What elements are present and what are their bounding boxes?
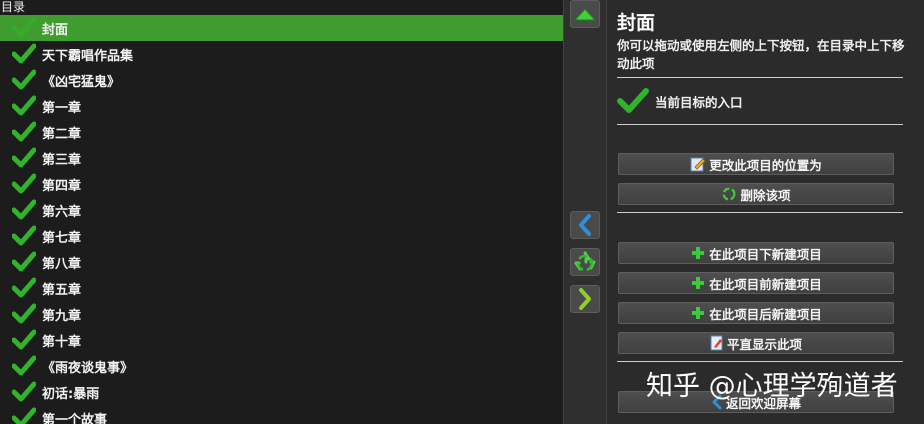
entry-label: 当前目标的入口 (655, 94, 743, 110)
check-icon (12, 303, 36, 324)
toc-item[interactable]: 第八章 (0, 249, 563, 275)
toc-header: 目录 (0, 0, 563, 15)
check-icon (12, 251, 36, 272)
plus-icon (692, 247, 705, 259)
divider (617, 77, 903, 78)
toc-item[interactable]: 第十章 (0, 327, 563, 353)
item-detail-panel: 封面 你可以拖动或使用左侧的上下按钮，在目录中上下移动此项 当前目标的入口 更改… (607, 0, 924, 424)
toc-item[interactable]: 第一章 (0, 93, 563, 119)
edit-icon (710, 335, 723, 351)
toc-list: 封面天下霸唱作品集 《凶宅猛鬼》 第一章第二章第三章第四章第六章第七章第八章第五章第… (0, 15, 563, 424)
toc-item-label: 第三章 (42, 152, 82, 168)
move-left-button[interactable] (570, 211, 600, 239)
toc-item-label: 初话:暴雨 (42, 386, 100, 402)
toc-item-label: 第七章 (42, 230, 82, 246)
check-icon (12, 95, 36, 116)
divider (617, 212, 903, 213)
toc-item[interactable]: 初话:暴雨 (0, 379, 563, 405)
toc-item[interactable]: 第五章 (0, 275, 563, 301)
delete-toolbar-button[interactable] (570, 248, 600, 276)
check-icon (12, 69, 36, 90)
check-icon (12, 173, 36, 194)
recycle-icon (574, 251, 596, 272)
check-icon (12, 407, 36, 424)
new-item-after-label: 在此项目后新建项目 (709, 306, 822, 322)
delete-item-button[interactable]: 删除该项 (618, 183, 894, 205)
watermark: 知乎 @心理学殉道者 (646, 371, 898, 402)
panel-title: 封面 (617, 12, 656, 34)
check-icon (12, 147, 36, 168)
toc-item-label: 第九章 (42, 308, 82, 324)
move-up-button[interactable] (570, 0, 600, 28)
delete-item-label: 删除该项 (740, 187, 791, 203)
new-item-below-button[interactable]: 在此项目下新建项目 (618, 242, 894, 264)
check-icon (12, 225, 36, 246)
divider (617, 361, 903, 362)
check-icon (617, 88, 649, 113)
toc-item[interactable]: 第六章 (0, 197, 563, 223)
toc-item-label: 《雨夜谈鬼事》 (42, 360, 134, 376)
check-icon (12, 17, 36, 38)
new-item-before-button[interactable]: 在此项目前新建项目 (618, 272, 894, 294)
toc-item-label: 第一个故事 (42, 412, 108, 424)
toc-item[interactable]: 第三章 (0, 145, 563, 171)
toc-item-label: 第十章 (42, 334, 82, 350)
change-position-label: 更改此项目的位置为 (709, 157, 822, 173)
toc-item-label: 天下霸唱作品集 (42, 48, 134, 64)
toc-item[interactable]: 第二章 (0, 119, 563, 145)
toc-item-label: 第五章 (42, 282, 82, 298)
check-icon (12, 121, 36, 142)
arrow-up-icon (573, 8, 597, 21)
toc-panel: 目录 封面天下霸唱作品集 《凶宅猛鬼》 第一章第二章第三章第四章第六章第七章第八章第… (0, 0, 563, 424)
move-toolbar (563, 0, 607, 424)
toc-item[interactable]: 封面 (0, 15, 563, 41)
toc-item[interactable]: 《凶宅猛鬼》 (0, 67, 563, 93)
edit-icon (690, 157, 706, 172)
new-item-before-label: 在此项目前新建项目 (709, 276, 822, 292)
check-icon (12, 355, 36, 376)
toc-item[interactable]: 第七章 (0, 223, 563, 249)
entry-indicator: 当前目标的入口 (617, 88, 743, 114)
toc-item-label: 第四章 (42, 178, 82, 194)
toc-item-label: 第六章 (42, 204, 82, 220)
move-right-button[interactable] (570, 285, 600, 313)
recycle-icon (722, 187, 736, 201)
toc-item-label: 第二章 (42, 126, 82, 142)
divider (617, 124, 903, 125)
new-item-below-label: 在此项目下新建项目 (709, 246, 822, 262)
chevron-right-icon (579, 288, 591, 310)
change-position-button[interactable]: 更改此项目的位置为 (618, 153, 894, 175)
check-icon (12, 43, 36, 64)
toc-item[interactable]: 天下霸唱作品集 (0, 41, 563, 67)
flatten-item-label: 平直显示此项 (726, 336, 802, 352)
toc-item-label: 第一章 (42, 100, 82, 116)
toc-item[interactable]: 第九章 (0, 301, 563, 327)
toc-item-label: 第八章 (42, 256, 82, 272)
toc-item[interactable]: 《雨夜谈鬼事》 (0, 353, 563, 379)
flatten-item-button[interactable]: 平直显示此项 (618, 332, 894, 354)
toc-item[interactable]: 第一个故事 (0, 405, 563, 424)
check-icon (12, 199, 36, 220)
panel-description: 你可以拖动或使用左侧的上下按钮，在目录中上下移动此项 (617, 38, 905, 71)
plus-icon (692, 307, 705, 319)
check-icon (12, 381, 36, 402)
toc-item-label: 《凶宅猛鬼》 (42, 74, 121, 90)
new-item-after-button[interactable]: 在此项目后新建项目 (618, 302, 894, 324)
chevron-left-icon (579, 214, 591, 236)
toc-item[interactable]: 第四章 (0, 171, 563, 197)
toc-item-label: 封面 (42, 22, 69, 38)
check-icon (12, 329, 36, 350)
plus-icon (692, 277, 705, 289)
check-icon (12, 277, 36, 298)
